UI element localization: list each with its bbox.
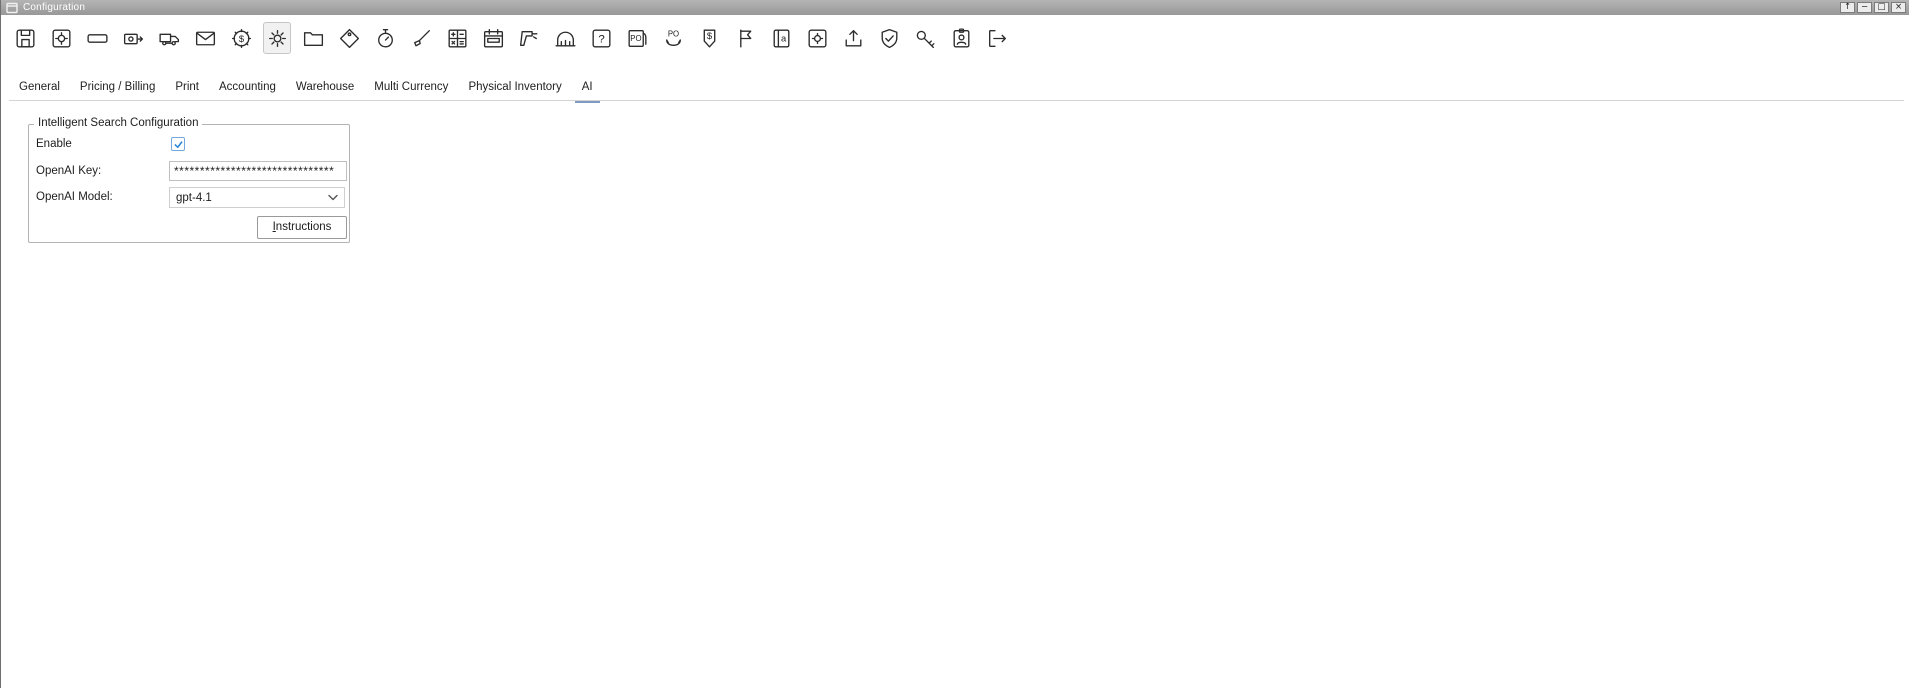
tab-multi-currency[interactable]: Multi Currency (364, 74, 458, 103)
flag-icon (733, 26, 758, 51)
item-settings-button[interactable] (47, 22, 75, 54)
tab-bar: GeneralPricing / BillingPrintAccountingW… (9, 74, 603, 103)
payment-icon (121, 26, 146, 51)
app-icon (6, 2, 18, 14)
chevron-down-icon (328, 194, 338, 201)
brush-button[interactable] (407, 22, 435, 54)
tab-print[interactable]: Print (165, 74, 209, 103)
groupbox-legend: Intelligent Search Configuration (34, 117, 202, 129)
check-icon (173, 139, 184, 150)
configuration-gear-icon (265, 26, 290, 51)
tag-icon (337, 26, 362, 51)
id-badge-button[interactable] (947, 22, 975, 54)
logout-icon (985, 26, 1010, 51)
payment-button[interactable] (119, 22, 147, 54)
help-icon: ? (589, 26, 614, 51)
svg-text:PO: PO (667, 29, 678, 38)
pricing-gear-button[interactable]: $ (227, 22, 255, 54)
stopwatch-icon (373, 26, 398, 51)
gear-panel-icon (805, 26, 830, 51)
stopwatch-button[interactable] (371, 22, 399, 54)
openai-key-input[interactable] (169, 161, 347, 181)
calculator-icon (445, 26, 470, 51)
shield-check-button[interactable] (875, 22, 903, 54)
svg-text:a: a (780, 33, 786, 43)
export-icon (841, 26, 866, 51)
tab-separator (9, 100, 1904, 101)
dollar-tag-icon: $ (697, 26, 722, 51)
email-button[interactable] (191, 22, 219, 54)
id-badge-icon (949, 26, 974, 51)
pricing-gear-icon: $ (229, 26, 254, 51)
arch-icon (553, 26, 578, 51)
label-field-button[interactable] (83, 22, 111, 54)
configuration-window: Configuration ↑−□× $? PO PO $ a GeneralPrici… (0, 0, 1909, 688)
configuration-gear-button[interactable] (263, 22, 291, 54)
svg-text:?: ? (598, 33, 604, 45)
calendar-icon (481, 26, 506, 51)
barcode-scanner-button[interactable] (515, 22, 543, 54)
save-button[interactable] (11, 22, 39, 54)
tag-button[interactable] (335, 22, 363, 54)
open-folder-icon (301, 26, 326, 51)
openai-key-label: OpenAI Key: (36, 165, 101, 177)
arch-button[interactable] (551, 22, 579, 54)
calculator-button[interactable] (443, 22, 471, 54)
key-button[interactable] (911, 22, 939, 54)
dollar-tag-button[interactable]: $ (695, 22, 723, 54)
address-book-button[interactable]: a (767, 22, 795, 54)
flag-button[interactable] (731, 22, 759, 54)
svg-text:PO: PO (630, 34, 641, 43)
open-folder-button[interactable] (299, 22, 327, 54)
gear-panel-button[interactable] (803, 22, 831, 54)
calendar-button[interactable] (479, 22, 507, 54)
window-title: Configuration (23, 2, 85, 13)
po-transfer-button[interactable]: PO (659, 22, 687, 54)
intelligent-search-groupbox: Intelligent Search Configuration Enable … (28, 124, 350, 243)
shipping-truck-button[interactable] (155, 22, 183, 54)
enable-label: Enable (36, 138, 72, 150)
rollup-button[interactable]: ↑ (1840, 2, 1855, 13)
window-controls: ↑−□× (1840, 2, 1906, 13)
tab-ai[interactable]: AI (572, 74, 603, 103)
label-field-icon (85, 26, 110, 51)
po-document-icon: PO (625, 26, 650, 51)
email-icon (193, 26, 218, 51)
tab-warehouse[interactable]: Warehouse (286, 74, 364, 103)
barcode-scanner-icon (517, 26, 542, 51)
help-button[interactable]: ? (587, 22, 615, 54)
tab-general[interactable]: General (9, 74, 70, 103)
po-transfer-icon: PO (661, 26, 686, 51)
address-book-icon: a (769, 26, 794, 51)
enable-checkbox[interactable] (171, 137, 185, 151)
openai-model-value: gpt-4.1 (176, 192, 212, 204)
po-document-button[interactable]: PO (623, 22, 651, 54)
shipping-truck-icon (157, 26, 182, 51)
logout-button[interactable] (983, 22, 1011, 54)
svg-text:$: $ (238, 34, 244, 44)
minimize-button[interactable]: − (1857, 2, 1872, 13)
tab-physical-inventory[interactable]: Physical Inventory (458, 74, 571, 103)
svg-text:$: $ (706, 31, 712, 41)
shield-check-icon (877, 26, 902, 51)
toolbar: $? PO PO $ a (11, 22, 1011, 54)
key-icon (913, 26, 938, 51)
save-icon (13, 26, 38, 51)
instructions-button[interactable]: Instructions (257, 216, 347, 239)
openai-model-select[interactable]: gpt-4.1 (169, 187, 345, 208)
brush-icon (409, 26, 434, 51)
item-settings-icon (49, 26, 74, 51)
close-button[interactable]: × (1891, 2, 1906, 13)
tab-accounting[interactable]: Accounting (209, 74, 286, 103)
export-button[interactable] (839, 22, 867, 54)
openai-model-label: OpenAI Model: (36, 191, 113, 203)
maximize-button[interactable]: □ (1874, 2, 1889, 13)
tab-pricing-billing[interactable]: Pricing / Billing (70, 74, 165, 103)
title-bar: Configuration ↑−□× (1, 0, 1909, 15)
